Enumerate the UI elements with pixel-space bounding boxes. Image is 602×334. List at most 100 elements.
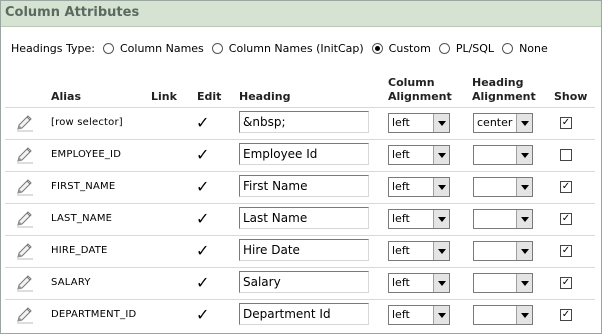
table-row: DEPARTMENT_ID ✓ Department Id left ✓ (5, 299, 595, 329)
heading-alignment-select[interactable] (473, 305, 533, 325)
alias-cell: [row selector] (51, 117, 123, 128)
column-header-alias: Alias (51, 90, 82, 103)
option-label: Column Names (119, 41, 204, 55)
alias-cell: EMPLOYEE_ID (51, 149, 122, 160)
column-attributes-region: Column Attributes Headings Type: Column … (0, 0, 602, 334)
headings-type-label: Headings Type: (11, 41, 95, 55)
heading-alignment-select[interactable]: center (473, 113, 533, 133)
dropdown-arrow-icon[interactable] (516, 274, 532, 292)
column-alignment-select[interactable]: left (388, 209, 450, 229)
heading-alignment-select[interactable] (473, 273, 533, 293)
headings-type-option-none[interactable]: None (502, 42, 548, 55)
option-label: PL/SQL (455, 41, 495, 55)
edit-check-icon: ✓ (196, 113, 210, 132)
edit-check-icon: ✓ (196, 177, 210, 196)
column-alignment-value: left (392, 212, 410, 225)
dropdown-arrow-icon[interactable] (516, 146, 532, 164)
column-alignment-value: left (392, 276, 410, 289)
show-checkbox[interactable]: ✓ (560, 181, 572, 193)
column-header-column-alignment-line1: Column (388, 76, 435, 89)
dropdown-arrow-icon[interactable] (433, 306, 449, 324)
edit-check-icon: ✓ (196, 145, 210, 164)
heading-input[interactable]: Hire Date (239, 239, 369, 261)
pencil-icon[interactable] (15, 274, 35, 292)
show-checkbox[interactable]: ✓ (560, 309, 572, 321)
headings-type-option-plsql[interactable]: PL/SQL (438, 41, 495, 55)
headings-type-option-column-names-initcap[interactable]: Column Names (InitCap) (211, 41, 364, 55)
column-alignment-select[interactable]: left (388, 273, 450, 293)
dropdown-arrow-icon[interactable] (433, 274, 449, 292)
show-checkbox[interactable]: ✓ (560, 213, 572, 225)
option-label: Custom (388, 41, 431, 55)
table-row: [row selector] ✓ &nbsp; left center ✓ (5, 107, 595, 137)
dropdown-arrow-icon[interactable] (516, 178, 532, 196)
radio-button[interactable] (371, 42, 383, 54)
column-alignment-value: left (392, 116, 410, 129)
radio-button[interactable] (102, 42, 114, 54)
option-label: Column Names (InitCap) (228, 41, 364, 55)
headings-type-group: Headings Type: Column Names Column Names… (11, 39, 556, 57)
show-checkbox[interactable]: ✓ (560, 245, 572, 257)
radio-button[interactable] (211, 42, 223, 54)
radio-button[interactable] (438, 42, 450, 54)
edit-check-icon: ✓ (196, 241, 210, 260)
pencil-icon[interactable] (15, 242, 35, 260)
heading-alignment-value: center (477, 116, 513, 129)
heading-input[interactable]: Last Name (239, 207, 369, 229)
column-header-heading-alignment-line2: Alignment (472, 90, 536, 103)
edit-check-icon: ✓ (196, 305, 210, 324)
column-header-heading-alignment-line1: Heading (472, 76, 524, 89)
dropdown-arrow-icon[interactable] (516, 114, 532, 132)
heading-input[interactable]: Department Id (239, 303, 369, 325)
dropdown-arrow-icon[interactable] (433, 210, 449, 228)
edit-check-icon: ✓ (196, 209, 210, 228)
column-alignment-value: left (392, 180, 410, 193)
dropdown-arrow-icon[interactable] (433, 114, 449, 132)
show-checkbox[interactable]: ✓ (560, 117, 572, 129)
column-alignment-select[interactable]: left (388, 241, 450, 261)
alias-cell: LAST_NAME (51, 213, 113, 224)
column-header-link: Link (151, 90, 177, 103)
heading-input[interactable]: Salary (239, 271, 369, 293)
pencil-icon[interactable] (15, 210, 35, 228)
column-alignment-select[interactable]: left (388, 305, 450, 325)
pencil-icon[interactable] (15, 146, 35, 164)
table-row: SALARY ✓ Salary left ✓ (5, 267, 595, 297)
headings-type-option-column-names[interactable]: Column Names (102, 41, 204, 55)
heading-input[interactable]: Employee Id (239, 143, 369, 165)
dropdown-arrow-icon[interactable] (433, 178, 449, 196)
show-checkbox[interactable] (560, 149, 572, 161)
dropdown-arrow-icon[interactable] (433, 242, 449, 260)
dropdown-arrow-icon[interactable] (516, 306, 532, 324)
edit-check-icon: ✓ (196, 273, 210, 292)
table-row: HIRE_DATE ✓ Hire Date left ✓ (5, 235, 595, 265)
column-alignment-select[interactable]: left (388, 145, 450, 165)
headings-type-option-custom[interactable]: Custom (371, 41, 431, 55)
column-header-heading: Heading (239, 90, 291, 103)
pencil-icon[interactable] (15, 178, 35, 196)
column-header-edit: Edit (197, 90, 222, 103)
radio-button[interactable] (502, 42, 514, 54)
column-header-show: Show (554, 90, 588, 103)
show-checkbox[interactable]: ✓ (560, 277, 572, 289)
heading-input[interactable]: &nbsp; (239, 111, 369, 133)
dropdown-arrow-icon[interactable] (516, 242, 532, 260)
heading-alignment-select[interactable] (473, 209, 533, 229)
column-alignment-select[interactable]: left (388, 113, 450, 133)
column-alignment-value: left (392, 308, 410, 321)
column-header-column-alignment-line2: Alignment (388, 90, 452, 103)
heading-alignment-select[interactable] (473, 241, 533, 261)
alias-cell: FIRST_NAME (51, 181, 116, 192)
pencil-icon[interactable] (15, 306, 35, 324)
dropdown-arrow-icon[interactable] (433, 146, 449, 164)
alias-cell: DEPARTMENT_ID (51, 309, 137, 320)
heading-input[interactable]: First Name (239, 175, 369, 197)
heading-alignment-select[interactable] (473, 145, 533, 165)
column-alignment-value: left (392, 244, 410, 257)
dropdown-arrow-icon[interactable] (516, 210, 532, 228)
alias-cell: SALARY (51, 277, 91, 288)
column-alignment-select[interactable]: left (388, 177, 450, 197)
column-alignment-value: left (392, 148, 410, 161)
pencil-icon[interactable] (15, 114, 35, 132)
heading-alignment-select[interactable] (473, 177, 533, 197)
